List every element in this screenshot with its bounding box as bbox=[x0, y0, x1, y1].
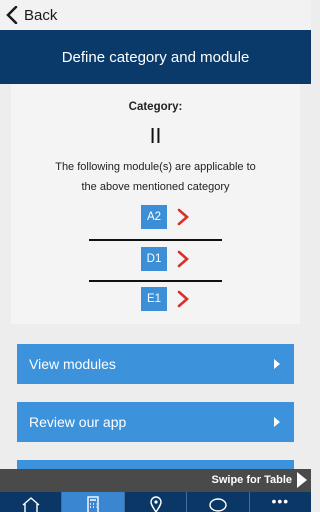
module-row-a2[interactable]: A2 bbox=[141, 205, 189, 229]
tab-chat[interactable] bbox=[187, 492, 250, 512]
description-line-2: the above mentioned category bbox=[81, 181, 230, 193]
category-label: Category: bbox=[128, 101, 183, 113]
review-app-button[interactable]: Review our app bbox=[17, 402, 294, 442]
module-divider bbox=[89, 280, 222, 282]
module-badge[interactable]: D1 bbox=[141, 247, 167, 271]
swipe-for-table-bar[interactable]: Swipe for Table bbox=[0, 469, 311, 492]
chevron-left-icon bbox=[6, 6, 18, 24]
calculator-icon bbox=[87, 496, 99, 512]
module-badge[interactable]: A2 bbox=[141, 205, 167, 229]
title-bar: Define category and module bbox=[0, 30, 311, 84]
more-dots-icon: ••• bbox=[271, 493, 290, 509]
tab-location[interactable] bbox=[125, 492, 188, 512]
status-nav-bar: Back bbox=[0, 0, 311, 30]
location-pin-icon bbox=[149, 496, 162, 512]
module-row-d1[interactable]: D1 bbox=[141, 247, 189, 271]
back-label: Back bbox=[24, 6, 58, 24]
tab-home[interactable] bbox=[0, 492, 63, 512]
page-title: Define category and module bbox=[61, 48, 250, 66]
swipe-hint: Swipe for Table bbox=[211, 474, 292, 486]
caret-right-icon bbox=[274, 359, 280, 369]
back-button[interactable]: Back bbox=[6, 4, 57, 26]
module-description: The following module(s) are applicable t… bbox=[11, 157, 300, 197]
review-app-label: Review our app bbox=[29, 414, 127, 430]
view-modules-label: View modules bbox=[29, 356, 116, 372]
tab-bar: ••• bbox=[0, 492, 311, 512]
play-arrow-icon bbox=[297, 472, 307, 488]
chevron-right-icon[interactable] bbox=[177, 250, 189, 268]
chat-bubble-icon bbox=[209, 498, 227, 512]
tab-more[interactable]: ••• bbox=[250, 492, 311, 512]
chevron-right-icon[interactable] bbox=[177, 208, 189, 226]
chevron-right-icon[interactable] bbox=[177, 290, 189, 308]
view-modules-button[interactable]: View modules bbox=[17, 344, 294, 384]
tab-calculator[interactable] bbox=[62, 492, 125, 512]
description-line-1: The following module(s) are applicable t… bbox=[55, 161, 256, 173]
module-badge[interactable]: E1 bbox=[141, 287, 167, 311]
category-card: Category: II The following module(s) are… bbox=[11, 84, 300, 324]
caret-right-icon bbox=[274, 417, 280, 427]
home-icon bbox=[22, 497, 40, 512]
module-divider bbox=[89, 239, 222, 241]
module-row-e1[interactable]: E1 bbox=[141, 287, 189, 311]
category-value: II bbox=[149, 124, 162, 148]
